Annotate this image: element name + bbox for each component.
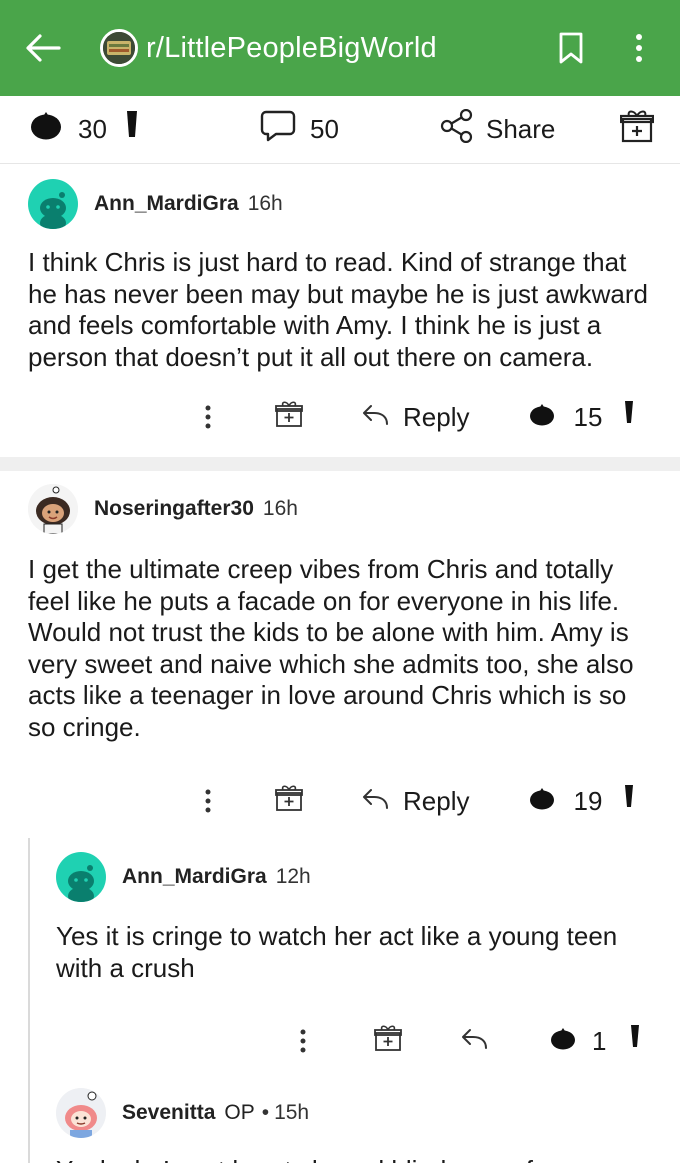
comment-actions: 1: [56, 1011, 652, 1071]
award-icon[interactable]: [275, 784, 303, 819]
comment-author[interactable]: Sevenitta: [122, 1101, 215, 1125]
comment-header: Ann_MardiGra 16h: [28, 178, 652, 230]
comment-vote-count: 1: [592, 1025, 607, 1056]
comment-actions: Reply 19: [28, 771, 652, 831]
avatar[interactable]: [28, 484, 78, 534]
comment-body: Yes it is cringe to watch her act like a…: [56, 921, 618, 983]
award-icon[interactable]: [374, 1024, 402, 1059]
post-vote-group: 30: [30, 109, 260, 150]
comment-header: Noseringafter30 16h: [28, 483, 652, 535]
reply-icon: [460, 1026, 488, 1057]
comment-header: Ann_MardiGra 12h: [56, 851, 652, 903]
separator-dot: •: [261, 1101, 270, 1124]
upvote-icon[interactable]: [529, 402, 555, 433]
downvote-icon[interactable]: [624, 400, 634, 435]
comment-actions: Reply 15: [28, 387, 652, 447]
comment-age: 15h: [274, 1101, 310, 1124]
downvote-icon[interactable]: [624, 784, 634, 819]
post-action-bar: 30 50 Share: [0, 96, 680, 164]
comment-header: Sevenitta OP • 15h: [56, 1087, 652, 1139]
reply-button[interactable]: Reply: [361, 786, 469, 817]
bookmark-icon[interactable]: [548, 25, 594, 71]
more-options-icon[interactable]: [193, 405, 223, 429]
comment-body: I get the ultimate creep vibes from Chri…: [28, 554, 634, 742]
comment-age: 16h: [247, 192, 283, 215]
reply-button[interactable]: Reply: [361, 402, 469, 433]
award-icon[interactable]: [619, 108, 655, 151]
avatar[interactable]: [56, 852, 106, 902]
comment-vote-count: 15: [573, 401, 603, 432]
comment-count: 50: [310, 114, 339, 144]
comment-body: Yeah she’s got heart shaped blinders on …: [56, 1155, 656, 1163]
subreddit-name[interactable]: r/LittlePeopleBigWorld: [146, 32, 526, 65]
comment-author[interactable]: Noseringafter30: [94, 497, 254, 521]
upvote-icon[interactable]: [550, 1026, 576, 1057]
comment-icon: [260, 110, 296, 149]
more-vertical-icon[interactable]: [616, 25, 662, 71]
comment-vote-group: 15: [529, 400, 634, 435]
divider: [0, 457, 680, 471]
comment-author[interactable]: Ann_MardiGra: [122, 865, 267, 889]
avatar[interactable]: [56, 1088, 106, 1138]
subreddit-avatar[interactable]: [100, 29, 138, 67]
downvote-icon[interactable]: [125, 109, 139, 150]
comment: Sevenitta OP • 15h Yeah she’s got heart …: [0, 1071, 680, 1163]
comment-vote-group: 1: [550, 1024, 640, 1059]
share-label: Share: [486, 114, 556, 144]
share-button[interactable]: Share: [440, 108, 620, 150]
comment-vote-group: 19: [529, 784, 634, 819]
more-options-icon[interactable]: [193, 789, 223, 813]
comment: Ann_MardiGra 16h I think Chris is just h…: [0, 164, 680, 447]
comment: Noseringafter30 16h I get the ultimate c…: [0, 471, 680, 831]
share-icon: [440, 108, 474, 150]
back-arrow-icon[interactable]: [18, 23, 68, 73]
comment: Ann_MardiGra 12h Yes it is cringe to wat…: [0, 831, 680, 1071]
reply-button[interactable]: [460, 1026, 488, 1057]
comment-body: I think Chris is just hard to read. Kind…: [28, 247, 649, 372]
more-options-icon[interactable]: [288, 1029, 318, 1053]
upvote-icon[interactable]: [30, 112, 62, 147]
top-bar: r/LittlePeopleBigWorld: [0, 0, 680, 96]
op-badge: OP: [224, 1101, 255, 1124]
upvote-icon[interactable]: [529, 786, 555, 817]
comment-author[interactable]: Ann_MardiGra: [94, 192, 239, 216]
comment-age: 12h: [275, 865, 311, 888]
reply-label: Reply: [403, 785, 470, 816]
post-vote-count: 30: [78, 114, 107, 144]
comments-button[interactable]: 50: [260, 110, 440, 149]
reply-label: Reply: [403, 401, 470, 432]
downvote-icon[interactable]: [630, 1024, 640, 1059]
comment-age: 16h: [262, 497, 298, 520]
reply-icon: [361, 786, 389, 817]
award-icon[interactable]: [275, 400, 303, 435]
reply-icon: [361, 402, 389, 433]
avatar[interactable]: [28, 179, 78, 229]
comment-vote-count: 19: [573, 785, 603, 816]
